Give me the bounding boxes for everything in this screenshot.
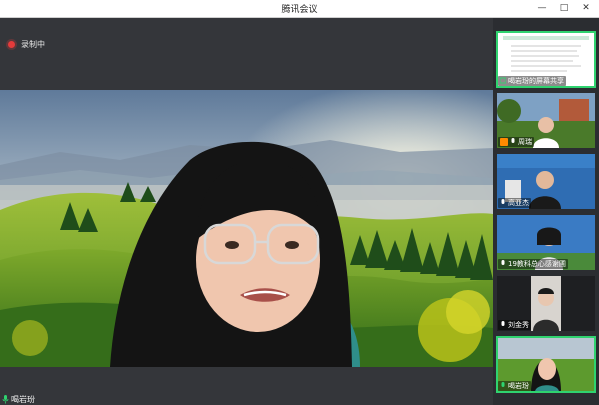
participant-tile-screen-share[interactable]: 喝岩玢的屏幕共享 — [496, 31, 596, 88]
speaker-name-tag: 喝岩玢 — [2, 394, 35, 405]
participant-name-tag: 高亚杰 — [498, 198, 531, 208]
screen-share-icon — [500, 77, 506, 84]
participant-tile[interactable]: 刘金秀 — [497, 276, 595, 331]
avatar-icon — [500, 138, 508, 146]
recording-dot-icon — [8, 40, 15, 48]
participant-tile[interactable]: 19教科总心感谢圃 — [497, 215, 595, 270]
main-video-stage: 录制中 喝岩玢 — [0, 18, 493, 405]
participant-name-tag: 周瑞 — [498, 137, 534, 147]
speaker-name-label: 喝岩玢 — [11, 395, 35, 404]
mic-icon — [501, 199, 505, 204]
meeting-window: 腾讯会议 — □ ✕ 录制中 喝岩玢 喝岩玢的屏幕共享 周瑞 高亚杰 19教科总… — [0, 0, 599, 405]
close-button[interactable]: ✕ — [579, 2, 593, 14]
participant-name: 高亚杰 — [508, 199, 529, 207]
participant-name-tag: 喝岩玢 — [498, 381, 531, 391]
speaker-video[interactable] — [0, 90, 493, 367]
participant-name-tag: 喝岩玢的屏幕共享 — [498, 76, 566, 86]
title-bar: 腾讯会议 — □ ✕ — [0, 0, 599, 18]
participant-name: 喝岩玢的屏幕共享 — [508, 77, 564, 85]
recording-indicator[interactable]: 录制中 — [8, 38, 45, 50]
participant-sidebar: 喝岩玢的屏幕共享 周瑞 高亚杰 19教科总心感谢圃 刘金秀 喝岩玢 — [493, 18, 599, 405]
window-title: 腾讯会议 — [281, 5, 318, 15]
participant-name: 喝岩玢 — [508, 382, 529, 390]
maximize-button[interactable]: □ — [557, 2, 571, 14]
participant-name: 19教科总心感谢圃 — [508, 260, 566, 268]
mic-icon — [511, 138, 515, 143]
mic-icon — [2, 395, 9, 404]
recording-label: 录制中 — [21, 39, 45, 49]
participant-tile-active-speaker[interactable]: 喝岩玢 — [496, 336, 596, 393]
participant-name: 刘金秀 — [508, 321, 529, 329]
participant-tile[interactable]: 高亚杰 — [497, 154, 595, 209]
participant-name: 周瑞 — [518, 138, 532, 146]
participant-tile[interactable]: 周瑞 — [497, 93, 595, 148]
mic-icon — [501, 260, 505, 265]
mic-icon — [501, 382, 505, 387]
mic-icon — [501, 321, 505, 326]
speaker-video-frame — [0, 90, 493, 367]
minimize-button[interactable]: — — [535, 2, 549, 14]
participant-name-tag: 刘金秀 — [498, 320, 531, 330]
participant-name-tag: 19教科总心感谢圃 — [498, 259, 568, 269]
